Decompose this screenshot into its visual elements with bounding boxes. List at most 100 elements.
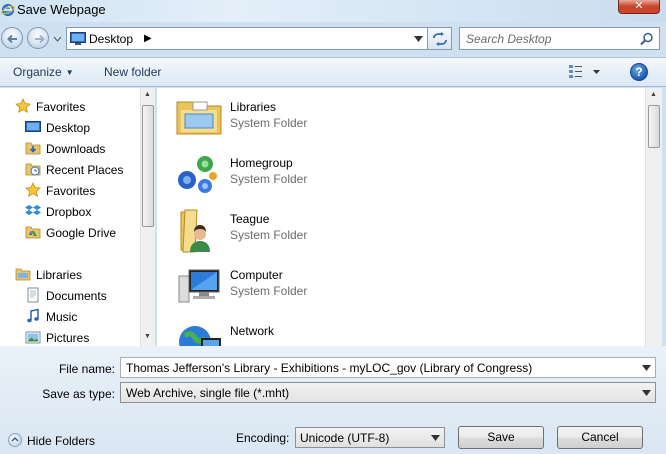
encoding-value: Unicode (UTF-8) <box>300 431 390 445</box>
file-name-label: File name: <box>58 362 115 376</box>
list-item-network[interactable]: Network <box>175 314 475 346</box>
file-list: Libraries System Folder Homegroup System… <box>157 88 645 346</box>
file-type: System Folder <box>230 116 308 130</box>
collapse-up-icon <box>8 433 22 447</box>
nav-item-desktop[interactable]: Desktop <box>0 117 140 138</box>
music-icon <box>27 308 39 323</box>
nav-item-label: Google Drive <box>46 226 117 240</box>
encoding-select[interactable]: Unicode (UTF-8) <box>295 427 445 448</box>
nav-item-label: Favorites <box>46 184 96 198</box>
navigation-pane: Favorites Desktop Downloads Recent Place… <box>0 88 156 346</box>
nav-item-label: Downloads <box>46 142 106 156</box>
documents-icon <box>27 287 39 303</box>
search-icon[interactable] <box>640 32 654 46</box>
nav-group-label: Favorites <box>36 100 86 114</box>
nav-item-label: Pictures <box>46 331 90 345</box>
desktop-icon <box>25 121 41 132</box>
navigation-scrollbar[interactable]: ▲ ▼ <box>140 88 155 346</box>
nav-item-documents[interactable]: Documents <box>0 285 140 306</box>
file-type: System Folder <box>230 172 308 186</box>
organize-label: Organize <box>13 65 62 79</box>
new-folder-button[interactable]: New folder <box>104 65 161 79</box>
star-icon <box>15 98 31 113</box>
address-row: Desktop ▶ <box>0 22 666 54</box>
file-name: Homegroup <box>230 156 293 170</box>
file-type: System Folder <box>230 284 308 298</box>
save-as-type-label: Save as type: <box>42 387 115 401</box>
refresh-icon <box>433 32 447 46</box>
window-title: Save Webpage <box>17 2 106 17</box>
save-as-type-value: Web Archive, single file (*.mht) <box>126 386 290 400</box>
hide-folders-label: Hide Folders <box>27 434 96 448</box>
nav-item-label: Music <box>46 310 78 324</box>
encoding-label: Encoding: <box>236 431 290 445</box>
search-box[interactable] <box>459 27 660 50</box>
user-folder-icon <box>180 209 210 253</box>
save-form: File name: Thomas Jefferson's Library - … <box>0 346 666 454</box>
nav-item-google-drive[interactable]: Google Drive <box>0 222 140 243</box>
close-icon: ✕ <box>634 0 644 12</box>
internet-explorer-icon <box>1 4 15 16</box>
save-as-type-select[interactable]: Web Archive, single file (*.mht) <box>120 382 656 403</box>
chevron-down-icon <box>642 390 651 396</box>
cancel-button[interactable]: Cancel <box>557 426 643 449</box>
pictures-icon <box>25 331 41 344</box>
network-icon <box>179 326 221 346</box>
dropbox-icon <box>25 205 41 215</box>
nav-item-music[interactable]: Music <box>0 306 140 327</box>
file-list-scrollbar[interactable]: ▲ <box>645 88 662 346</box>
libraries-icon <box>15 268 31 281</box>
nav-item-downloads[interactable]: Downloads <box>0 138 140 159</box>
close-button[interactable]: ✕ <box>618 0 660 14</box>
downloads-folder-icon <box>25 142 41 155</box>
breadcrumb-chevron-icon[interactable]: ▶ <box>144 33 152 44</box>
nav-item-favorites[interactable]: Favorites <box>0 180 140 201</box>
scrollbar-thumb[interactable] <box>648 105 660 148</box>
address-dropdown-icon[interactable] <box>414 36 423 42</box>
homegroup-icon <box>178 156 217 193</box>
list-item-teague[interactable]: Teague System Folder <box>175 202 475 253</box>
help-icon: ? <box>635 65 643 79</box>
file-type: System Folder <box>230 228 308 242</box>
back-button[interactable] <box>1 27 23 49</box>
google-drive-folder-icon <box>25 226 41 239</box>
list-item-computer[interactable]: Computer System Folder <box>175 258 475 306</box>
nav-item-label: Documents <box>46 289 107 303</box>
file-name-field[interactable]: Thomas Jefferson's Library - Exhibitions… <box>120 357 656 378</box>
back-arrow-icon <box>7 34 17 44</box>
scroll-down-icon[interactable]: ▼ <box>144 333 151 340</box>
save-button[interactable]: Save <box>458 426 544 449</box>
file-name: Libraries <box>230 100 277 114</box>
nav-item-label: Desktop <box>46 121 91 135</box>
list-item-libraries[interactable]: Libraries System Folder <box>175 90 475 138</box>
star-icon <box>25 182 41 197</box>
nav-item-dropbox[interactable]: Dropbox <box>0 201 140 222</box>
file-name-value[interactable]: Thomas Jefferson's Library - Exhibitions… <box>126 361 532 375</box>
refresh-button[interactable] <box>428 27 452 50</box>
nav-item-label: Recent Places <box>46 163 124 177</box>
file-name: Teague <box>230 212 270 226</box>
address-bar[interactable]: Desktop ▶ <box>66 27 428 50</box>
chevron-down-icon[interactable] <box>642 365 651 371</box>
scrollbar-thumb[interactable] <box>142 105 154 227</box>
scroll-up-icon[interactable]: ▲ <box>144 91 151 98</box>
nav-item-recent-places[interactable]: Recent Places <box>0 159 140 180</box>
scroll-up-icon[interactable]: ▲ <box>650 91 657 98</box>
nav-group-favorites[interactable]: Favorites <box>0 96 140 117</box>
organize-menu[interactable]: Organize ▼ <box>13 65 74 79</box>
address-location[interactable]: Desktop <box>89 32 133 46</box>
search-input[interactable] <box>466 31 636 47</box>
nav-group-libraries[interactable]: Libraries <box>0 264 140 285</box>
nav-item-pictures[interactable]: Pictures <box>0 327 140 346</box>
file-name: Computer <box>230 268 283 282</box>
change-view-icon[interactable] <box>568 64 606 81</box>
list-item-homegroup[interactable]: Homegroup System Folder <box>175 146 475 194</box>
help-button[interactable]: ? <box>630 63 648 81</box>
command-bar: Organize ▼ New folder ? <box>0 57 666 87</box>
computer-icon <box>178 269 220 303</box>
title-bar: Save Webpage ✕ <box>0 0 666 22</box>
chevron-down-icon: ▼ <box>65 68 74 77</box>
forward-button[interactable] <box>27 27 49 49</box>
nav-group-label: Libraries <box>36 268 83 282</box>
recent-pages-dropdown-icon[interactable] <box>53 36 62 43</box>
